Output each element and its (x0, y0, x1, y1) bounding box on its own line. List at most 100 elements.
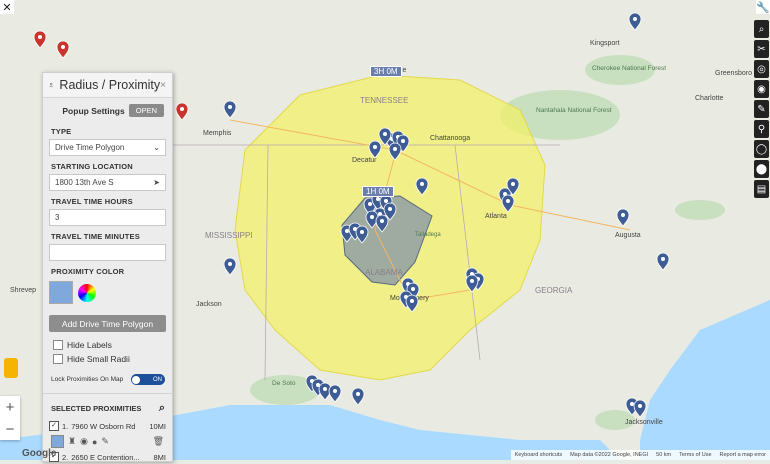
edit-icon[interactable]: ✎ (101, 436, 109, 447)
svg-text:Shrevep: Shrevep (10, 287, 36, 294)
hide-labels-label: Hide Labels (67, 340, 112, 350)
map-pin-dot (380, 219, 384, 223)
layers-tool-icon[interactable]: ◎ (754, 60, 769, 78)
proximity-color-icon[interactable] (51, 435, 64, 448)
starting-location-label: STARTING LOCATION (51, 162, 133, 171)
type-value: Drive Time Polygon (55, 143, 125, 152)
panel-header: Radius / Proximity × (43, 73, 172, 98)
map-pin-dot (401, 139, 405, 143)
proximity-item[interactable]: ✓ 2. 2650 E Contention... 8MI (43, 450, 172, 464)
selected-proximities-title: SELECTED PROXIMITIES (51, 404, 142, 413)
proximity-tools: ♜ ◉ ● ✎ 🗑 (43, 433, 172, 450)
paint-icon[interactable]: ♜ (68, 436, 76, 447)
route-tool-icon[interactable]: ✂ (754, 40, 769, 58)
starting-location-input[interactable]: 1800 13th Ave S ➤ (49, 174, 166, 191)
radius-proximity-panel: Radius / Proximity × Popup Settings OPEN… (42, 72, 173, 462)
close-icon[interactable]: × (160, 80, 166, 91)
color-wheel-icon[interactable] (78, 283, 96, 302)
svg-text:Decatur: Decatur (352, 157, 377, 164)
svg-text:TENNESSEE: TENNESSEE (360, 96, 408, 105)
keyboard-shortcuts-link[interactable]: Keyboard shortcuts (515, 452, 562, 458)
map-pin-dot (180, 107, 184, 111)
panel-title: Radius / Proximity (59, 78, 161, 92)
terms-link[interactable]: Terms of Use (679, 452, 711, 458)
map-pin-dot (621, 213, 625, 217)
hide-small-radii-checkbox[interactable]: Hide Small Radii (43, 352, 172, 366)
add-drive-time-polygon-button[interactable]: Add Drive Time Polygon (49, 315, 166, 332)
map-pin-dot (388, 207, 392, 211)
travel-hours-input[interactable]: 3 (49, 209, 166, 226)
svg-text:Talladega: Talladega (415, 232, 441, 238)
map-pin-dot (506, 199, 510, 203)
popup-settings-label: Popup Settings (62, 105, 125, 116)
proximity-distance: 8MI (153, 452, 166, 462)
svg-text:De Soto: De Soto (272, 380, 296, 387)
clipboard-tool-icon[interactable]: ▤ (754, 180, 769, 198)
pin-tool-icon[interactable]: ⚲ (754, 120, 769, 138)
time-label-3h: 3H 0M (370, 66, 402, 77)
map-pin-dot (368, 202, 372, 206)
svg-text:Jackson: Jackson (196, 301, 222, 308)
proximity-item[interactable]: ✓ 1. 7960 W Osborn Rd 10MI (43, 419, 172, 433)
type-select[interactable]: Drive Time Polygon ⌄ (49, 139, 166, 156)
map-pin-dot (633, 17, 637, 21)
location-tool-icon[interactable]: ⬤ (754, 160, 769, 178)
locate-arrow-icon[interactable]: ➤ (153, 178, 160, 187)
eye-icon[interactable]: ◉ (80, 436, 88, 447)
street-view-pegman-icon[interactable] (4, 358, 18, 378)
map-pin-dot (420, 182, 424, 186)
hide-labels-checkbox[interactable]: Hide Labels (43, 338, 172, 352)
svg-text:Memphis: Memphis (203, 130, 232, 137)
lasso-tool-icon[interactable]: ◯ (754, 140, 769, 158)
color-swatch[interactable] (49, 281, 73, 304)
trash-icon[interactable]: 🗑 (153, 436, 164, 447)
search-icon[interactable]: ⌕ (159, 402, 165, 415)
circle-icon[interactable]: ● (92, 437, 97, 447)
map-pin-dot (323, 387, 327, 391)
starting-location-value: 1800 13th Ave S (55, 178, 114, 187)
wrench-icon[interactable]: 🔧 (756, 0, 770, 14)
svg-text:Charlotte: Charlotte (695, 95, 724, 102)
right-toolbar: ⌕ ✂ ◎ ◉ ✎ ⚲ ◯ ⬤ ▤ (754, 20, 770, 198)
map-pin-dot (228, 105, 232, 109)
map-pin-dot (410, 299, 414, 303)
proximity-distance: 10MI (149, 421, 166, 431)
checkbox-box[interactable] (53, 354, 63, 364)
svg-text:ALABAMA: ALABAMA (365, 268, 403, 277)
proximity-checkbox[interactable]: ✓ (49, 421, 59, 431)
map-pin-dot (370, 215, 374, 219)
svg-text:Chattanooga: Chattanooga (430, 135, 470, 142)
search-tool-icon[interactable]: ⌕ (754, 20, 769, 38)
svg-text:Jacksonville: Jacksonville (625, 419, 663, 426)
zoom-control: + − (0, 396, 20, 440)
map-pin-dot (393, 147, 397, 151)
map-pin-dot (356, 392, 360, 396)
lock-proximities-label: Lock Proximities On Map (51, 376, 124, 383)
map-pin-dot (376, 197, 380, 201)
open-button[interactable]: OPEN (128, 104, 164, 117)
proximity-color-label: PROXIMITY COLOR (51, 267, 125, 276)
map-pin-dot (373, 145, 377, 149)
proximity-icon (49, 82, 53, 88)
svg-text:Augusta: Augusta (615, 232, 641, 239)
proximity-name: 7960 W Osborn Rd (71, 421, 136, 431)
map-pin-dot (228, 262, 232, 266)
zoom-in-button[interactable]: + (0, 396, 20, 418)
collapse-icon[interactable]: ✕ (0, 0, 14, 14)
ruler-tool-icon[interactable]: ✎ (754, 100, 769, 118)
proximity-name: 2650 E Contention... (71, 452, 140, 462)
checkbox-box[interactable] (53, 340, 63, 350)
zoom-out-button[interactable]: − (0, 418, 20, 440)
travel-hours-label: TRAVEL TIME HOURS (51, 197, 133, 206)
map-pin-dot (638, 404, 642, 408)
map-pin-dot (38, 35, 42, 39)
map-pin-dot (630, 402, 634, 406)
google-logo: Google (22, 448, 57, 459)
type-label: TYPE (51, 127, 72, 136)
camera-tool-icon[interactable]: ◉ (754, 80, 769, 98)
report-error-link[interactable]: Report a map error (720, 452, 766, 458)
map-pin-dot (411, 287, 415, 291)
lock-toggle[interactable]: ON (131, 374, 165, 385)
travel-minutes-input[interactable] (49, 244, 166, 261)
svg-text:Cherokee National Forest: Cherokee National Forest (592, 65, 666, 72)
